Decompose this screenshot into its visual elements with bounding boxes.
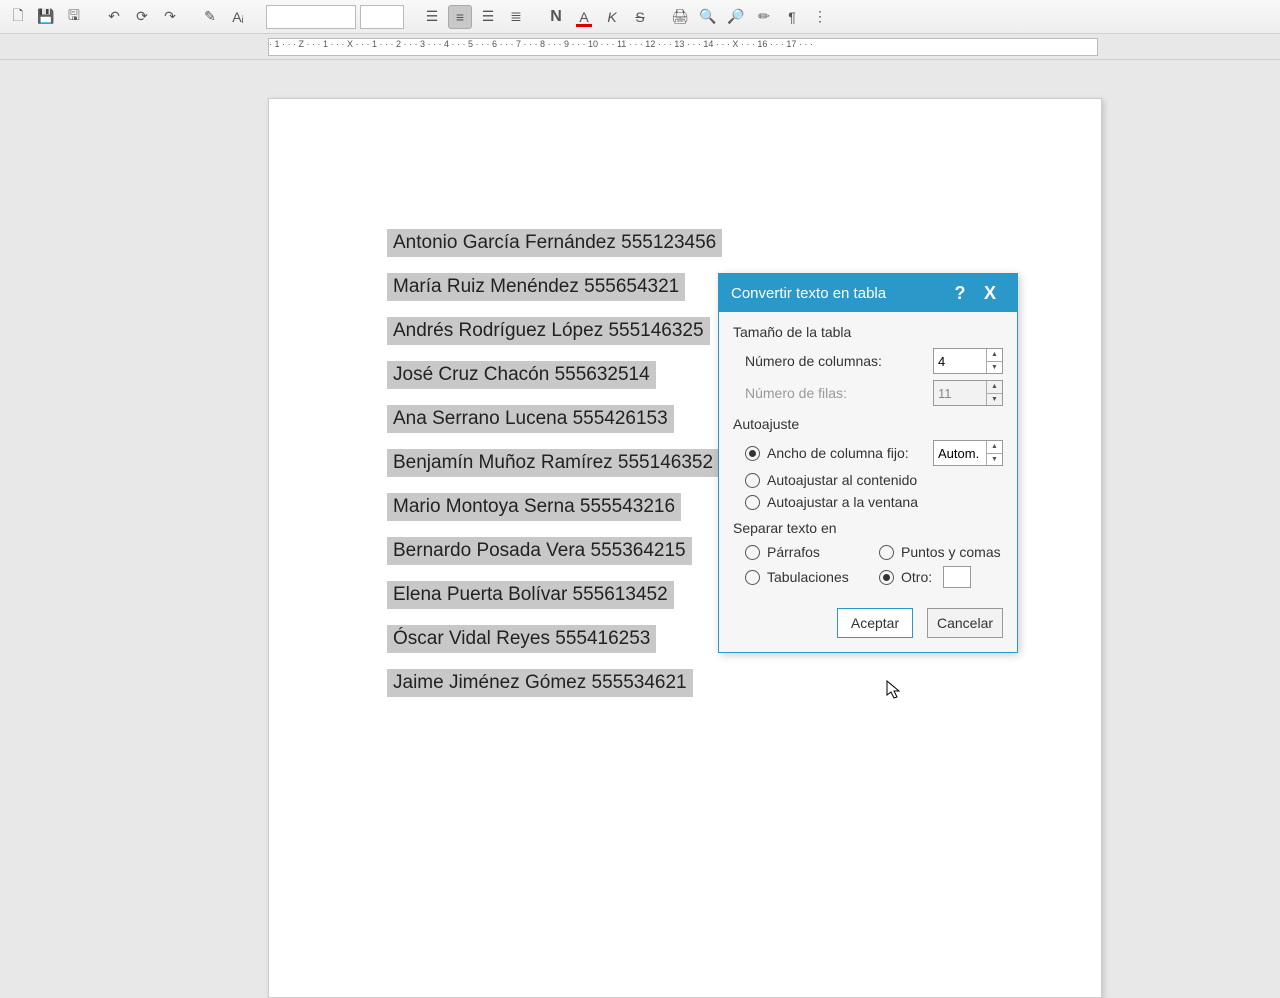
- doc-line: Benjamín Muñoz Ramírez 555146352: [387, 449, 719, 477]
- sep-other-radio[interactable]: [879, 570, 894, 585]
- selected-text-block[interactable]: Antonio García Fernández 555123456 María…: [387, 229, 722, 713]
- doc-line: Mario Montoya Serna 555543216: [387, 493, 681, 521]
- dialog-title: Convertir texto en tabla: [731, 285, 945, 302]
- history-icon[interactable]: ⟳: [130, 5, 154, 29]
- sep-semicolons-label: Puntos y comas: [901, 544, 1001, 560]
- export-icon[interactable]: 🖫: [62, 5, 86, 29]
- doc-line: María Ruiz Menéndez 555654321: [387, 273, 685, 301]
- help-button[interactable]: ?: [945, 283, 975, 304]
- horizontal-ruler[interactable]: · 1 · · · Z · · · 1 · · · X · · · 1 · · …: [268, 38, 1098, 56]
- columns-input[interactable]: [934, 349, 986, 373]
- fixed-width-input[interactable]: [934, 441, 986, 465]
- font-size-combo[interactable]: [360, 5, 404, 29]
- close-button[interactable]: X: [975, 283, 1005, 304]
- doc-line: Ana Serrano Lucena 555426153: [387, 405, 674, 433]
- sep-other-label: Otro:: [901, 569, 932, 585]
- undo-icon[interactable]: ↶: [102, 5, 126, 29]
- overflow-icon[interactable]: ⋮: [808, 5, 832, 29]
- align-left-icon[interactable]: ☰: [420, 5, 444, 29]
- align-right-icon[interactable]: ☰: [476, 5, 500, 29]
- pilcrow-icon[interactable]: ¶: [780, 5, 804, 29]
- spinner-down-icon[interactable]: ▼: [987, 454, 1002, 466]
- doc-line: José Cruz Chacón 555632514: [387, 361, 656, 389]
- font-color-icon[interactable]: A: [572, 5, 596, 29]
- preview-icon[interactable]: 🔍: [696, 5, 720, 29]
- zoom-icon[interactable]: 🔎: [724, 5, 748, 29]
- strikethrough-icon[interactable]: S: [628, 5, 652, 29]
- spinner-up-icon[interactable]: ▲: [987, 349, 1002, 362]
- spinner-up-icon: ▲: [987, 381, 1002, 394]
- fixed-width-radio[interactable]: [745, 446, 760, 461]
- doc-line: Elena Puerta Bolívar 555613452: [387, 581, 674, 609]
- sep-semicolons-radio[interactable]: [879, 545, 894, 560]
- main-toolbar: 🗋 💾 🖫 ↶ ⟳ ↷ ✎ Aᵢ ☰ ≡ ☰ ≣ N A K S 🖨 🔍 🔎 ✏…: [0, 0, 1280, 34]
- sep-other-input[interactable]: [943, 566, 971, 588]
- align-justify-icon[interactable]: ≣: [504, 5, 528, 29]
- dialog-body: Tamaño de la tabla Número de columnas: ▲…: [719, 312, 1017, 652]
- format-icon[interactable]: Aᵢ: [226, 5, 250, 29]
- redo-icon[interactable]: ↷: [158, 5, 182, 29]
- sep-tabs-radio[interactable]: [745, 570, 760, 585]
- dialog-titlebar[interactable]: Convertir texto en tabla ? X: [719, 274, 1017, 312]
- convert-text-to-table-dialog: Convertir texto en tabla ? X Tamaño de l…: [718, 273, 1018, 653]
- doc-line: Óscar Vidal Reyes 555416253: [387, 625, 656, 653]
- doc-line: Andrés Rodríguez López 555146325: [387, 317, 710, 345]
- autofit-content-radio[interactable]: [745, 473, 760, 488]
- ruler-area: · 1 · · · Z · · · 1 · · · X · · · 1 · · …: [0, 34, 1280, 60]
- autofit-window-label: Autoajustar a la ventana: [767, 494, 918, 510]
- highlight-icon[interactable]: ✏: [752, 5, 776, 29]
- columns-spinner[interactable]: ▲▼: [933, 348, 1003, 374]
- rows-input: [934, 381, 986, 405]
- rows-label: Número de filas:: [745, 385, 933, 401]
- columns-label: Número de columnas:: [745, 353, 933, 369]
- save-icon[interactable]: 💾: [34, 5, 58, 29]
- accept-button-label: Aceptar: [851, 615, 899, 631]
- align-center-icon[interactable]: ≡: [448, 5, 472, 29]
- autofit-window-radio[interactable]: [745, 495, 760, 510]
- spinner-down-icon: ▼: [987, 394, 1002, 406]
- italic-icon[interactable]: K: [600, 5, 624, 29]
- doc-line: Antonio García Fernández 555123456: [387, 229, 722, 257]
- sep-tabs-label: Tabulaciones: [767, 569, 849, 585]
- print-icon[interactable]: 🖨: [668, 5, 692, 29]
- table-size-section-label: Tamaño de la tabla: [733, 324, 1003, 340]
- autofit-section-label: Autoajuste: [733, 416, 1003, 432]
- rows-spinner: ▲▼: [933, 380, 1003, 406]
- spinner-down-icon[interactable]: ▼: [987, 362, 1002, 374]
- fixed-width-spinner[interactable]: ▲▼: [933, 440, 1003, 466]
- cancel-button[interactable]: Cancelar: [927, 608, 1003, 638]
- ruler-marks: · 1 · · · Z · · · 1 · · · X · · · 1 · · …: [269, 39, 813, 55]
- fixed-width-label: Ancho de columna fijo:: [767, 445, 909, 461]
- bold-icon[interactable]: N: [544, 5, 568, 29]
- brush-icon[interactable]: ✎: [198, 5, 222, 29]
- accept-button[interactable]: Aceptar: [837, 608, 913, 638]
- doc-line: Bernardo Posada Vera 555364215: [387, 537, 692, 565]
- new-file-icon[interactable]: 🗋: [6, 5, 30, 29]
- spinner-up-icon[interactable]: ▲: [987, 441, 1002, 454]
- cancel-button-label: Cancelar: [937, 615, 993, 631]
- workspace: Antonio García Fernández 555123456 María…: [0, 60, 1280, 720]
- sep-paragraphs-label: Párrafos: [767, 544, 820, 560]
- doc-line: Jaime Jiménez Gómez 555534621: [387, 669, 693, 697]
- autofit-content-label: Autoajustar al contenido: [767, 472, 917, 488]
- separate-section-label: Separar texto en: [733, 520, 1003, 536]
- font-name-combo[interactable]: [266, 5, 356, 29]
- sep-paragraphs-radio[interactable]: [745, 545, 760, 560]
